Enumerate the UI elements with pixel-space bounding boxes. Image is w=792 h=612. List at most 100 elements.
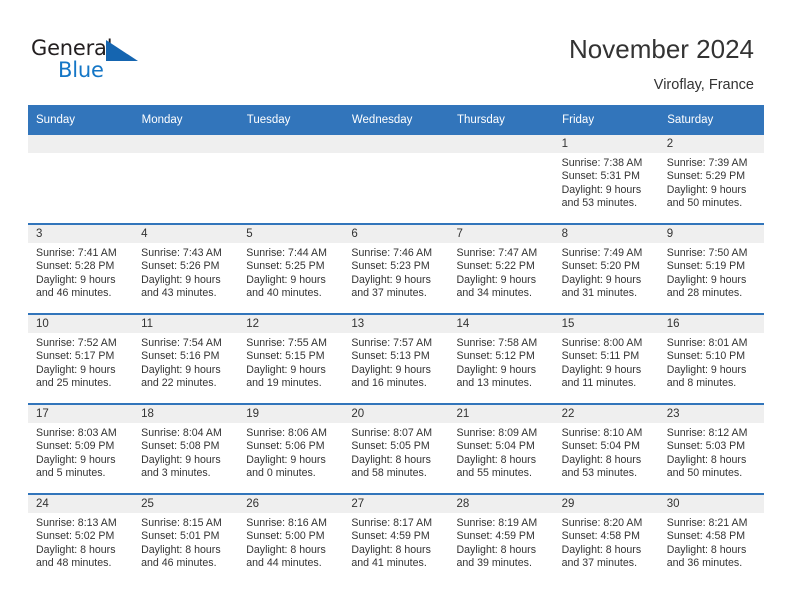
day-cell-content: 21 Sunrise: 8:09 AM Sunset: 5:04 PM Dayligh…: [448, 405, 554, 493]
day-sun-info: Sunrise: 7:55 AM Sunset: 5:15 PM Daylight:…: [238, 333, 343, 391]
sunset-text: Sunset: 5:03 PM: [666, 440, 746, 453]
daylight-text-line1: Daylight: 9 hours: [456, 363, 537, 376]
sunrise-text: Sunrise: 8:09 AM: [456, 427, 538, 439]
day-sun-info: Sunrise: 8:21 AM Sunset: 4:58 PM Daylight:…: [659, 513, 764, 571]
sunrise-text: Sunrise: 7:50 AM: [666, 247, 748, 259]
day-cell-content: 5 Sunrise: 7:44 AM Sunset: 5:25 PM Daylight…: [238, 225, 344, 313]
calendar-day-cell[interactable]: 27 Sunrise: 8:17 AM Sunset: 4:59 PM Dayligh…: [343, 493, 449, 583]
sunrise-text: Sunrise: 7:54 AM: [141, 337, 222, 349]
sunset-text: Sunset: 5:17 PM: [36, 350, 115, 363]
daylight-text-line1: Daylight: 8 hours: [36, 543, 116, 556]
calendar-day-cell[interactable]: 6 Sunrise: 7:46 AM Sunset: 5:23 PM Daylight…: [343, 223, 449, 314]
brand-name-general: General: [31, 36, 113, 60]
sunset-text: Sunset: 5:26 PM: [141, 260, 220, 273]
day-number: 28: [448, 495, 554, 513]
calendar-day-cell[interactable]: 23 Sunrise: 8:12 AM Sunset: 5:03 PM Dayligh…: [658, 403, 764, 494]
sunset-text: Sunset: 5:04 PM: [561, 440, 640, 453]
calendar-day-cell[interactable]: 4 Sunrise: 7:43 AM Sunset: 5:26 PM Daylight…: [133, 223, 239, 314]
calendar-day-cell[interactable]: 22 Sunrise: 8:10 AM Sunset: 5:04 PM Dayligh…: [553, 403, 659, 494]
calendar-day-cell[interactable]: 28 Sunrise: 8:19 AM Sunset: 4:59 PM Dayligh…: [448, 493, 554, 583]
day-cell-content: 11 Sunrise: 7:54 AM Sunset: 5:16 PM Dayligh…: [133, 315, 239, 403]
day-cell-content: 14 Sunrise: 7:58 AM Sunset: 5:12 PM Dayligh…: [448, 315, 554, 403]
calendar-day-cell[interactable]: 15 Sunrise: 8:00 AM Sunset: 5:11 PM Dayligh…: [553, 313, 659, 404]
day-sun-info: Sunrise: 8:06 AM Sunset: 5:06 PM Daylight:…: [238, 423, 343, 481]
day-sun-info: Sunrise: 8:07 AM Sunset: 5:05 PM Daylight:…: [343, 423, 448, 481]
weekday-header-saturday: Saturday: [658, 105, 765, 135]
daylight-text-line2: and 44 minutes.: [246, 557, 322, 570]
day-cell-content: 6 Sunrise: 7:46 AM Sunset: 5:23 PM Daylight…: [343, 225, 449, 313]
daylight-text-line1: Daylight: 8 hours: [561, 543, 642, 556]
calendar-day-cell[interactable]: 11 Sunrise: 7:54 AM Sunset: 5:16 PM Dayligh…: [133, 313, 239, 404]
calendar-day-cell[interactable]: 24 Sunrise: 8:13 AM Sunset: 5:02 PM Dayligh…: [28, 493, 134, 583]
sunrise-text: Sunrise: 7:47 AM: [456, 247, 538, 259]
daylight-text-line1: Daylight: 9 hours: [36, 453, 116, 466]
calendar-day-cell[interactable]: 8 Sunrise: 7:49 AM Sunset: 5:20 PM Daylight…: [553, 223, 659, 314]
day-number: 5: [238, 225, 344, 243]
day-cell-content: [343, 135, 449, 223]
sunset-text: Sunset: 4:58 PM: [561, 530, 640, 543]
calendar-day-cell[interactable]: 5 Sunrise: 7:44 AM Sunset: 5:25 PM Daylight…: [238, 223, 344, 314]
calendar-day-cell[interactable]: 1 Sunrise: 7:38 AM Sunset: 5:31 PM Daylight…: [553, 135, 659, 224]
sunset-text: Sunset: 5:29 PM: [666, 170, 746, 183]
calendar-day-cell[interactable]: 30 Sunrise: 8:21 AM Sunset: 4:58 PM Dayligh…: [658, 493, 764, 583]
day-sun-info: Sunrise: 7:57 AM Sunset: 5:13 PM Daylight:…: [343, 333, 448, 391]
calendar-day-cell[interactable]: 16 Sunrise: 8:01 AM Sunset: 5:10 PM Dayligh…: [658, 313, 764, 404]
daylight-text-line2: and 40 minutes.: [246, 287, 322, 300]
brand-logo[interactable]: General Blue: [31, 36, 151, 88]
day-cell-content: 20 Sunrise: 8:07 AM Sunset: 5:05 PM Dayligh…: [343, 405, 449, 493]
daylight-text-line2: and 16 minutes.: [351, 377, 427, 390]
calendar-day-cell[interactable]: 3 Sunrise: 7:41 AM Sunset: 5:28 PM Daylight…: [28, 223, 134, 314]
daylight-text-line1: Daylight: 9 hours: [36, 363, 116, 376]
day-number: 26: [238, 495, 344, 513]
daylight-text-line2: and 19 minutes.: [246, 377, 322, 390]
daylight-text-line1: Daylight: 8 hours: [141, 543, 221, 556]
calendar-day-cell[interactable]: 26 Sunrise: 8:16 AM Sunset: 5:00 PM Dayligh…: [238, 493, 344, 583]
calendar-day-cell[interactable]: 7 Sunrise: 7:47 AM Sunset: 5:22 PM Daylight…: [448, 223, 554, 314]
calendar-day-cell[interactable]: 9 Sunrise: 7:50 AM Sunset: 5:19 PM Daylight…: [658, 223, 764, 314]
sunrise-text: Sunrise: 8:07 AM: [351, 427, 433, 439]
calendar-day-cell[interactable]: 21 Sunrise: 8:09 AM Sunset: 5:04 PM Dayligh…: [448, 403, 554, 494]
daylight-text-line2: and 43 minutes.: [141, 287, 217, 300]
day-sun-info: Sunrise: 7:50 AM Sunset: 5:19 PM Daylight:…: [659, 243, 764, 301]
calendar-day-cell[interactable]: 10 Sunrise: 7:52 AM Sunset: 5:17 PM Dayligh…: [28, 313, 134, 404]
sunset-text: Sunset: 5:31 PM: [561, 170, 640, 183]
calendar-day-cell[interactable]: 25 Sunrise: 8:15 AM Sunset: 5:01 PM Dayligh…: [133, 493, 239, 583]
sunrise-text: Sunrise: 7:49 AM: [561, 247, 643, 259]
daylight-text-line2: and 53 minutes.: [561, 197, 638, 210]
sunrise-text: Sunrise: 8:17 AM: [351, 517, 433, 529]
day-number: 8: [553, 225, 659, 243]
day-number: 22: [553, 405, 659, 423]
daylight-text-line1: Daylight: 8 hours: [561, 453, 642, 466]
day-number: [238, 135, 344, 153]
calendar-day-cell[interactable]: 12 Sunrise: 7:55 AM Sunset: 5:15 PM Dayligh…: [238, 313, 344, 404]
calendar-day-cell[interactable]: 13 Sunrise: 7:57 AM Sunset: 5:13 PM Dayligh…: [343, 313, 449, 404]
calendar-day-cell[interactable]: 14 Sunrise: 7:58 AM Sunset: 5:12 PM Dayligh…: [448, 313, 554, 404]
daylight-text-line1: Daylight: 9 hours: [246, 453, 326, 466]
sunset-text: Sunset: 5:05 PM: [351, 440, 430, 453]
day-number: 14: [448, 315, 554, 333]
sunrise-text: Sunrise: 7:57 AM: [351, 337, 433, 349]
calendar-day-cell[interactable]: 18 Sunrise: 8:04 AM Sunset: 5:08 PM Dayligh…: [133, 403, 239, 494]
day-cell-content: 30 Sunrise: 8:21 AM Sunset: 4:58 PM Dayligh…: [658, 495, 764, 583]
day-cell-content: 18 Sunrise: 8:04 AM Sunset: 5:08 PM Dayligh…: [133, 405, 239, 493]
calendar-day-cell[interactable]: 20 Sunrise: 8:07 AM Sunset: 5:05 PM Dayligh…: [343, 403, 449, 494]
daylight-text-line2: and 39 minutes.: [456, 557, 532, 570]
daylight-text-line1: Daylight: 9 hours: [666, 273, 747, 286]
calendar-day-cell[interactable]: 19 Sunrise: 8:06 AM Sunset: 5:06 PM Dayligh…: [238, 403, 344, 494]
day-sun-info: Sunrise: 8:20 AM Sunset: 4:58 PM Daylight:…: [554, 513, 659, 571]
day-number: [133, 135, 239, 153]
calendar-day-cell[interactable]: 2 Sunrise: 7:39 AM Sunset: 5:29 PM Daylight…: [658, 135, 764, 224]
daylight-text-line2: and 36 minutes.: [666, 557, 743, 570]
daylight-text-line2: and 25 minutes.: [36, 377, 112, 390]
calendar-page: General Blue November 2024 Viroflay, Fra…: [0, 0, 792, 612]
page-header: General Blue November 2024 Viroflay, Fra…: [0, 0, 792, 104]
calendar-day-cell[interactable]: 17 Sunrise: 8:03 AM Sunset: 5:09 PM Dayligh…: [28, 403, 134, 494]
brand-triangle-icon: [106, 40, 138, 61]
day-sun-info: Sunrise: 7:52 AM Sunset: 5:17 PM Daylight:…: [28, 333, 133, 391]
calendar-day-cell[interactable]: 29 Sunrise: 8:20 AM Sunset: 4:58 PM Dayligh…: [553, 493, 659, 583]
daylight-text-line2: and 0 minutes.: [246, 467, 316, 480]
weekday-header-tuesday: Tuesday: [238, 105, 344, 135]
daylight-text-line1: Daylight: 9 hours: [666, 363, 747, 376]
day-cell-content: 2 Sunrise: 7:39 AM Sunset: 5:29 PM Daylight…: [658, 135, 764, 223]
daylight-text-line1: Daylight: 8 hours: [666, 453, 747, 466]
